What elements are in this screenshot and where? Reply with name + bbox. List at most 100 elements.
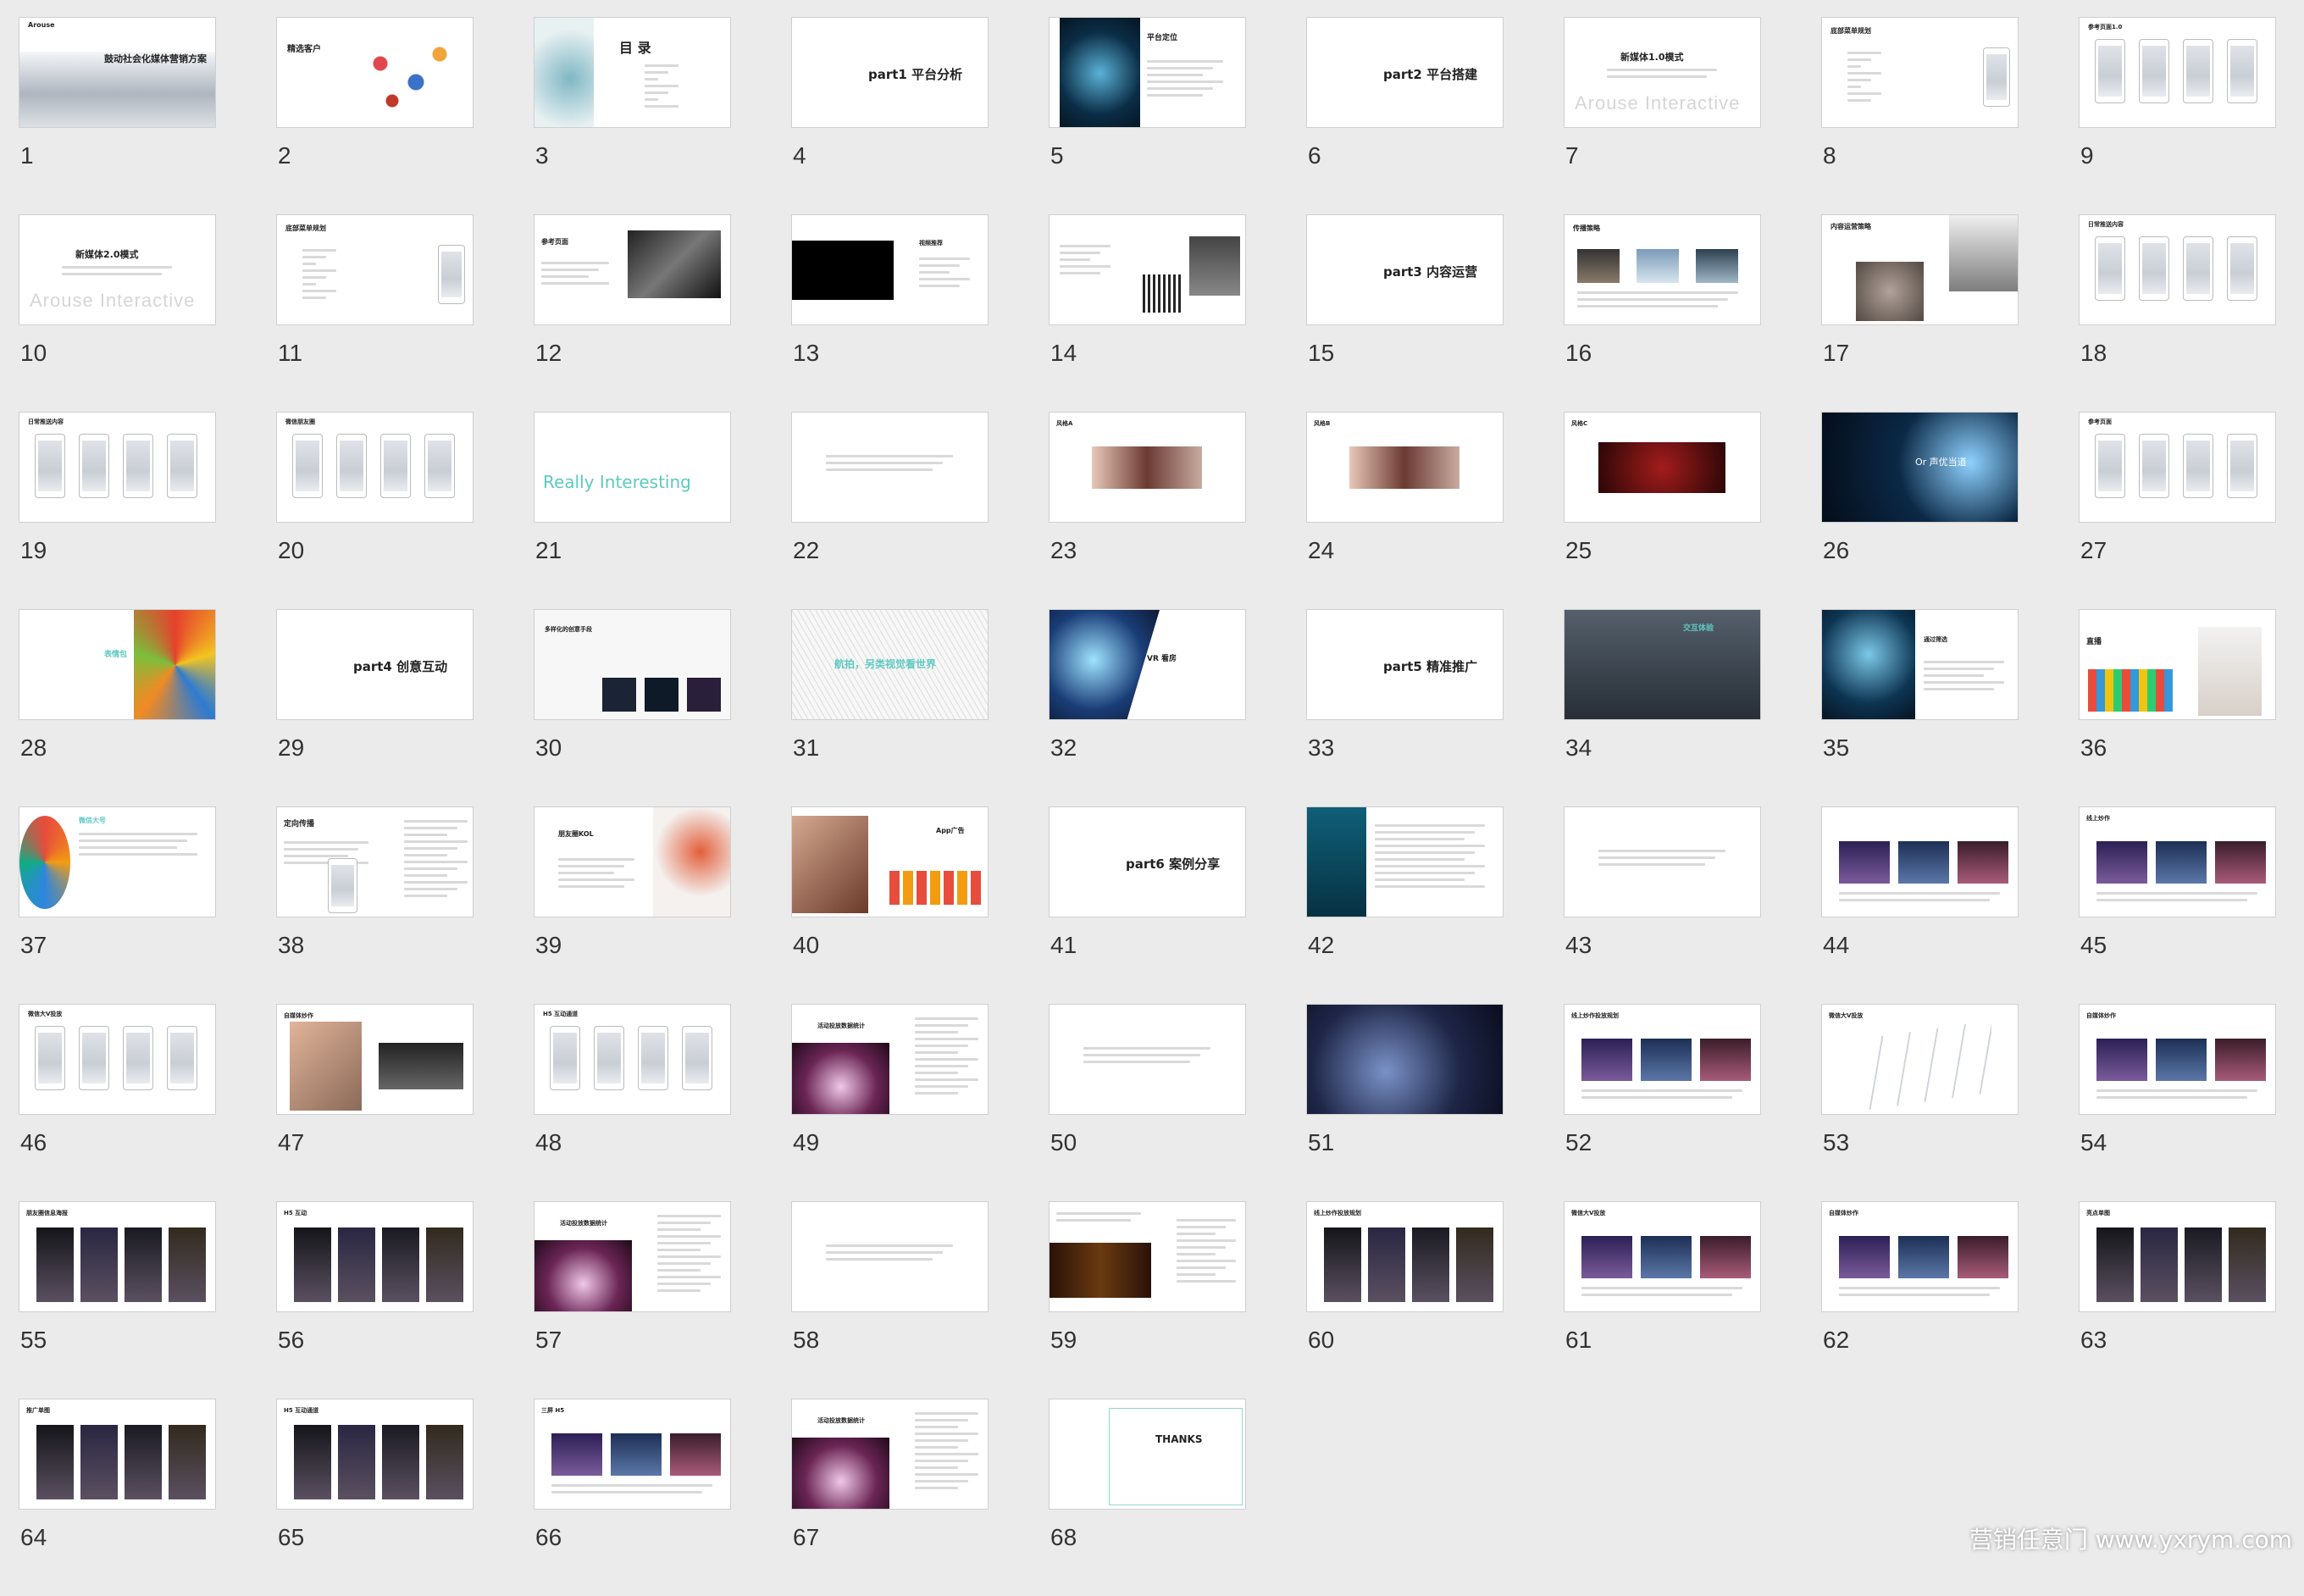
slide-thumbnail[interactable]: Arouse 鼓动社会化媒体营销方案 — [19, 17, 216, 128]
slide-thumbnail[interactable] — [1564, 806, 1761, 917]
text-line — [1083, 1054, 1200, 1056]
slide-thumbnail[interactable]: 多样化的创意手段 — [534, 609, 731, 720]
slide-thumbnail[interactable]: 直播 — [2079, 609, 2276, 720]
slide-thumbnail[interactable]: 参考页面 — [2079, 412, 2276, 523]
slide-thumbnail[interactable]: 风格A — [1049, 412, 1246, 523]
slide-thumbnail[interactable]: H5 互动通道 — [276, 1399, 474, 1510]
slide-number: 58 — [793, 1327, 820, 1353]
slide-thumbnail[interactable]: H5 互动通道 — [534, 1004, 731, 1115]
phone-mockup — [79, 434, 109, 498]
slide-thumbnail[interactable]: Really Interesting — [534, 412, 731, 523]
text-line — [79, 853, 197, 856]
slide-thumbnail[interactable]: 推广单图 — [19, 1399, 216, 1510]
slide-thumbnail[interactable]: 自媒体炒作 — [2079, 1004, 2276, 1115]
slide-thumbnail[interactable] — [1821, 806, 2019, 917]
slide-thumbnail[interactable]: THANKS — [1049, 1399, 1246, 1510]
slide-thumbnail[interactable]: 朋友圈KOL — [534, 806, 731, 917]
slide-title: part6 案例分享 — [1126, 856, 1221, 872]
slide-thumbnail[interactable]: 底部菜单规划 — [1821, 17, 2019, 128]
slide-thumbnail[interactable] — [1049, 214, 1246, 325]
eye-image — [1060, 18, 1140, 127]
photo — [1696, 249, 1738, 283]
slide-thumbnail[interactable]: 微信大V投放 — [19, 1004, 216, 1115]
slide-thumbnail[interactable]: 线上炒作投放规划 — [1564, 1004, 1761, 1115]
slide-thumbnail[interactable]: part5 精准推广 — [1306, 609, 1504, 720]
slide-thumbnail[interactable]: 传播策略 — [1564, 214, 1761, 325]
text-line — [404, 861, 468, 863]
slide-thumbnail[interactable]: part4 创意互动 — [276, 609, 474, 720]
slide-thumbnail[interactable]: 活动投放数据统计 — [791, 1004, 989, 1115]
slide-cell: H5 互动 56 — [276, 1201, 474, 1399]
slide-thumbnail[interactable]: 活动投放数据统计 — [791, 1399, 989, 1510]
slide-title: 精选客户 — [287, 45, 321, 54]
slide-thumbnail[interactable]: 定向传播 — [276, 806, 474, 917]
text-line — [1847, 99, 1871, 102]
slide-thumbnail[interactable]: H5 互动 — [276, 1201, 474, 1312]
poster — [36, 1227, 74, 1302]
text-line — [645, 98, 658, 101]
slide-thumbnail[interactable]: 新媒体2.0模式 Arouse Interactive — [19, 214, 216, 325]
slide-number: 21 — [535, 537, 562, 563]
slide-cell: 参考页面1.0 9 — [2079, 17, 2276, 214]
slide-thumbnail[interactable]: 风格C — [1564, 412, 1761, 523]
slide-thumbnail[interactable]: 活动投放数据统计 — [534, 1201, 731, 1312]
slide-thumbnail[interactable]: VR 看房 — [1049, 609, 1246, 720]
text-line — [915, 1092, 958, 1094]
slide-thumbnail[interactable]: 底部菜单规划 — [276, 214, 474, 325]
slide-thumbnail[interactable]: 日常推送内容 — [2079, 214, 2276, 325]
slide-thumbnail[interactable]: 微信朋友圈 — [276, 412, 474, 523]
slide-thumbnail[interactable]: Or 声优当道 — [1821, 412, 2019, 523]
slide-thumbnail[interactable]: part2 平台搭建 — [1306, 17, 1504, 128]
slide-thumbnail[interactable]: 亮点单图 — [2079, 1201, 2276, 1312]
slide-thumbnail[interactable]: 视频推荐 — [791, 214, 989, 325]
slide-thumbnail[interactable]: part6 案例分享 — [1049, 806, 1246, 917]
slide-thumbnail[interactable] — [791, 1201, 989, 1312]
phone-mockup — [682, 1026, 712, 1090]
slide-thumbnail[interactable]: App广告 — [791, 806, 989, 917]
text-line — [62, 273, 162, 275]
slide-thumbnail[interactable]: 航拍，另类视觉看世界 — [791, 609, 989, 720]
slide-thumbnail[interactable]: 线上炒作 — [2079, 806, 2276, 917]
slide-thumbnail[interactable]: 微信大V投放 — [1564, 1201, 1761, 1312]
photo — [1700, 1236, 1751, 1278]
slide-thumbnail[interactable]: 微信大V投放 — [1821, 1004, 2019, 1115]
slide-thumbnail[interactable]: 微信大号 — [19, 806, 216, 917]
slide-title: 亮点单图 — [2086, 1210, 2110, 1216]
slide-number: 3 — [535, 142, 549, 169]
slide-thumbnail[interactable]: 交互体验 — [1564, 609, 1761, 720]
slide-thumbnail[interactable] — [1049, 1004, 1246, 1115]
phone-mockup — [123, 1026, 153, 1090]
slide-thumbnail[interactable]: 目 录 — [534, 17, 731, 128]
text-line — [1847, 86, 1861, 88]
slide-thumbnail[interactable]: 平台定位 — [1049, 17, 1246, 128]
slide-thumbnail[interactable]: 三屏 H5 — [534, 1399, 731, 1510]
slide-thumbnail[interactable] — [1306, 1004, 1504, 1115]
slide-cell: part3 内容运营 15 — [1306, 214, 1504, 412]
slide-thumbnail[interactable]: part3 内容运营 — [1306, 214, 1504, 325]
slide-thumbnail[interactable]: part1 平台分析 — [791, 17, 989, 128]
slide-thumbnail[interactable]: 表情包 — [19, 609, 216, 720]
photo — [628, 230, 721, 298]
slide-thumbnail[interactable]: 通过筛选 — [1821, 609, 2019, 720]
stage-photo — [534, 1240, 632, 1311]
slide-thumbnail[interactable]: 风格B — [1306, 412, 1504, 523]
slide-thumbnail[interactable]: 精选客户 — [276, 17, 474, 128]
slide-thumbnail[interactable]: 线上炒作投放规划 — [1306, 1201, 1504, 1312]
slide-thumbnail[interactable]: 朋友圈信息海报 — [19, 1201, 216, 1312]
slide-title: 传播策略 — [1573, 224, 1600, 232]
text-line — [915, 1078, 978, 1081]
slide-thumbnail[interactable]: 内容运营策略 — [1821, 214, 2019, 325]
slide-thumbnail[interactable]: 新媒体1.0模式 Arouse Interactive — [1564, 17, 1761, 128]
slide-thumbnail[interactable] — [791, 412, 989, 523]
slide-thumbnail[interactable]: 参考页面1.0 — [2079, 17, 2276, 128]
slide-thumbnail[interactable]: 自媒体炒作 — [276, 1004, 474, 1115]
slide-cell: 多样化的创意手段 30 — [534, 609, 731, 806]
slide-thumbnail[interactable] — [1049, 1201, 1246, 1312]
text-line — [1581, 1287, 1742, 1289]
slide-cell: 底部菜单规划 11 — [276, 214, 474, 412]
slide-thumbnail[interactable]: 日常推送内容 — [19, 412, 216, 523]
slide-thumbnail[interactable]: 参考页面 — [534, 214, 731, 325]
slide-thumbnail[interactable] — [1306, 806, 1504, 917]
slide-cell: VR 看房 32 — [1049, 609, 1246, 806]
slide-thumbnail[interactable]: 自媒体炒作 — [1821, 1201, 2019, 1312]
